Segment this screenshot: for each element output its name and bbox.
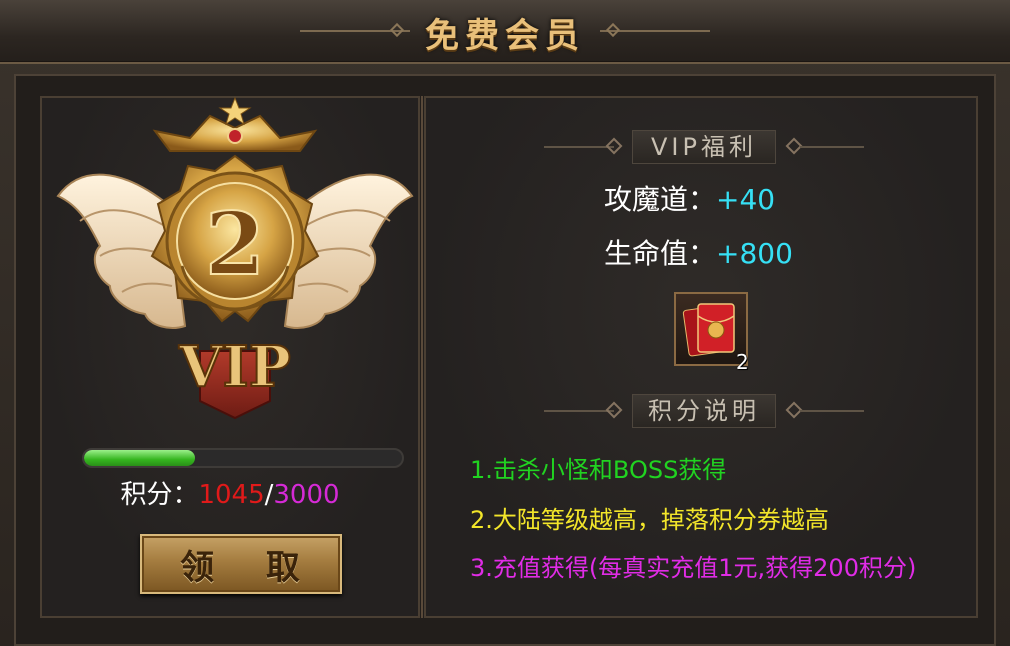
stat-attack: 攻魔道：+40 bbox=[604, 178, 775, 218]
stat-hp-value: +800 bbox=[716, 237, 793, 270]
crown-icon bbox=[152, 96, 318, 152]
panel-divider bbox=[421, 96, 423, 618]
rules-header: 积分说明 bbox=[544, 394, 864, 428]
points-label: 积分： bbox=[120, 480, 199, 510]
points-max: 3000 bbox=[273, 480, 340, 510]
vip-badge-emblem: 2 VIP bbox=[56, 96, 414, 420]
claim-button[interactable]: 领 取 bbox=[140, 534, 342, 594]
stat-hp-label: 生命值： bbox=[604, 237, 717, 270]
benefits-header: VIP福利 bbox=[544, 130, 864, 164]
reward-item-count: 2 bbox=[736, 350, 749, 374]
stat-attack-label: 攻魔道： bbox=[604, 183, 717, 216]
rule-item-2: 2.大陆等级越高，掉落积分券越高 bbox=[470, 506, 829, 534]
rule-item-3: 3.充值获得(每真实充值1元,获得200积分) bbox=[470, 554, 917, 582]
window-title: 免费会员 bbox=[425, 16, 585, 56]
vip-level-number: 2 bbox=[205, 194, 265, 295]
stat-attack-value: +40 bbox=[716, 183, 776, 216]
points-current: 1045 bbox=[198, 480, 265, 510]
points-progress-fill bbox=[84, 450, 195, 466]
vip-badge-text: VIP bbox=[178, 334, 291, 400]
points-readout: 积分：1045/3000 bbox=[40, 474, 420, 511]
stat-hp: 生命值：+800 bbox=[604, 232, 793, 272]
rule-item-1: 1.击杀小怪和BOSS获得 bbox=[470, 456, 727, 484]
rules-header-label: 积分说明 bbox=[632, 394, 776, 428]
points-progress-bar bbox=[82, 448, 404, 468]
benefits-header-label: VIP福利 bbox=[632, 130, 776, 164]
title-bar: 免费会员 bbox=[0, 0, 1010, 64]
